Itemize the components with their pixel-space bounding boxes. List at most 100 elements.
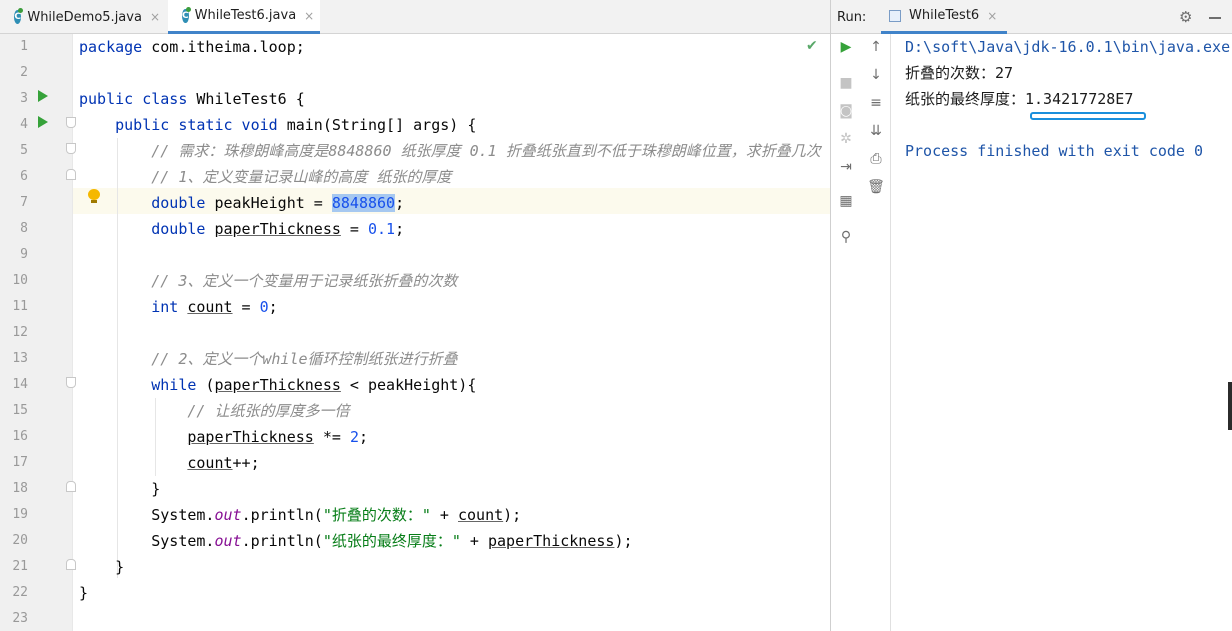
code-token: double — [79, 220, 215, 238]
code-token: // 让纸张的厚度多一倍 — [79, 402, 350, 420]
code-line[interactable]: } — [79, 476, 160, 502]
line-number: 10 — [12, 273, 28, 288]
line-number: 4 — [20, 117, 28, 132]
gear-icon[interactable]: ⚙ — [1179, 8, 1192, 26]
code-line[interactable]: // 1、定义变量记录山峰的高度 纸张的厚度 — [79, 164, 451, 190]
fold-icon[interactable] — [66, 143, 76, 154]
run-main-icon[interactable] — [38, 116, 48, 128]
stop-icon[interactable]: ■ — [837, 74, 855, 92]
fold-icon[interactable] — [66, 481, 76, 492]
code-token: } — [79, 558, 125, 576]
code-token: com.itheima.loop; — [151, 38, 305, 56]
line-number: 16 — [12, 429, 28, 444]
code-line[interactable]: count++; — [79, 450, 260, 476]
debug-settings-icon[interactable]: ✲ — [837, 130, 855, 148]
code-token: } — [79, 584, 89, 602]
pin-icon[interactable]: ⚲ — [837, 228, 855, 246]
code-line[interactable]: } — [79, 580, 88, 606]
code-token: peakHeight = — [214, 194, 332, 212]
code-token: + — [460, 532, 488, 550]
code-token: out — [214, 506, 242, 524]
code-line[interactable]: public class WhileTest6 { — [79, 86, 305, 112]
code-line[interactable]: double peakHeight = 8848860; — [79, 190, 404, 216]
code-line[interactable]: // 需求：珠穆朗峰高度是8848860 纸张厚度 0.1 折叠纸张直到不低于珠… — [79, 138, 821, 164]
trash-icon[interactable]: 🗑 — [867, 178, 885, 196]
tab-label: WhileDemo5.java — [27, 9, 142, 25]
arrow-down-icon[interactable]: ↓ — [867, 66, 885, 84]
close-icon[interactable]: × — [150, 10, 160, 24]
code-line[interactable]: paperThickness *= 2; — [79, 424, 368, 450]
run-class-icon[interactable] — [38, 90, 48, 102]
run-tool-window: Run: WhileTest6 × ⚙ ▶ ■ ◙ ✲ ⇥ ▦ ⚲ ↑ ↓ ≡ … — [830, 0, 1232, 631]
code-editor[interactable]: C WhileDemo5.java × C WhileTest6.java × … — [0, 0, 830, 631]
code-line[interactable]: while (paperThickness < peakHeight){ — [79, 372, 476, 398]
code-token: .println( — [241, 532, 323, 550]
code-token: ; — [268, 298, 278, 316]
code-token: int — [79, 298, 188, 316]
code-line[interactable]: package com.itheima.loop; — [79, 34, 305, 60]
fold-icon[interactable] — [66, 377, 76, 388]
line-number: 17 — [12, 455, 28, 470]
rerun-icon[interactable]: ▶ — [837, 38, 855, 56]
code-token: + — [430, 506, 458, 524]
close-icon[interactable]: × — [987, 9, 997, 23]
code-line[interactable]: int count = 0; — [79, 294, 278, 320]
run-tab-whiletest6[interactable]: WhileTest6 × — [881, 0, 1008, 34]
code-token: ; — [395, 194, 405, 212]
code-token: out — [214, 532, 242, 550]
fold-icon[interactable] — [66, 559, 76, 570]
code-token: ); — [614, 532, 633, 550]
line-number: 12 — [12, 325, 28, 340]
close-icon[interactable]: × — [304, 9, 314, 23]
scrollbar-thumb[interactable] — [1228, 382, 1232, 430]
code-token: paperThickness — [214, 220, 341, 238]
code-token: System. — [79, 532, 215, 550]
camera-icon[interactable]: ◙ — [837, 102, 855, 120]
code-token: ++; — [232, 454, 260, 472]
layout-icon[interactable]: ▦ — [837, 192, 855, 210]
code-line[interactable]: } — [79, 554, 124, 580]
code-token: < peakHeight){ — [340, 376, 477, 394]
scroll-to-end-icon[interactable]: ⇊ — [867, 122, 885, 140]
code-line[interactable]: System.out.println("纸张的最终厚度：" + paperThi… — [79, 528, 633, 554]
print-icon[interactable]: ⎙ — [867, 150, 885, 168]
code-line[interactable]: double paperThickness = 0.1; — [79, 216, 404, 242]
line-number: 2 — [20, 65, 28, 80]
code-token: public class — [79, 90, 197, 108]
code-token: // 1、定义变量记录山峰的高度 纸张的厚度 — [79, 168, 452, 186]
code-token: count — [187, 298, 233, 316]
line-number: 8 — [20, 221, 28, 236]
code-token: = — [340, 220, 368, 238]
code-token: 2 — [349, 428, 359, 446]
soft-wrap-icon[interactable]: ≡ — [867, 94, 885, 112]
code-line[interactable]: // 让纸张的厚度多一倍 — [79, 398, 349, 424]
code-line[interactable]: System.out.println("折叠的次数：" + count); — [79, 502, 521, 528]
arrow-up-icon[interactable]: ↑ — [867, 38, 885, 56]
code-token: ; — [395, 220, 405, 238]
code-token: "纸张的最终厚度：" — [322, 532, 461, 550]
code-token: } — [79, 480, 161, 498]
code-token: ); — [503, 506, 522, 524]
check-icon[interactable]: ✔ — [806, 38, 818, 54]
console-line: 纸张的最终厚度：1.34217728E7 — [905, 90, 1134, 108]
run-tab-label: WhileTest6 — [909, 8, 980, 23]
code-token: paperThickness — [214, 376, 341, 394]
minimize-icon[interactable] — [1209, 17, 1221, 19]
code-line[interactable]: // 3、定义一个变量用于记录纸张折叠的次数 — [79, 268, 457, 294]
editor-tab-bar: C WhileDemo5.java × C WhileTest6.java × — [0, 0, 830, 34]
annotation-underline — [1030, 112, 1146, 120]
code-token: 0 — [259, 298, 269, 316]
run-toolbar-left: ▶ ■ ◙ ✲ ⇥ ▦ ⚲ — [831, 34, 859, 631]
tab-whiletest6[interactable]: C WhileTest6.java × — [168, 0, 320, 34]
tab-whiledemo5[interactable]: C WhileDemo5.java × — [0, 0, 168, 34]
run-toolbar-right: ↑ ↓ ≡ ⇊ ⎙ 🗑 — [861, 34, 889, 631]
exit-icon[interactable]: ⇥ — [837, 158, 855, 176]
fold-icon[interactable] — [66, 169, 76, 180]
code-line[interactable]: // 2、定义一个while循环控制纸张进行折叠 — [79, 346, 457, 372]
console-line: D:\soft\Java\jdk-16.0.1\bin\java.exe — [905, 38, 1231, 56]
code-token: // 需求：珠穆朗峰高度是8848860 纸张厚度 0.1 折叠纸张直到不低于珠… — [79, 142, 821, 160]
code-token: count — [187, 454, 233, 472]
code-line[interactable]: public static void main(String[] args) { — [79, 112, 476, 138]
fold-icon[interactable] — [66, 117, 76, 128]
